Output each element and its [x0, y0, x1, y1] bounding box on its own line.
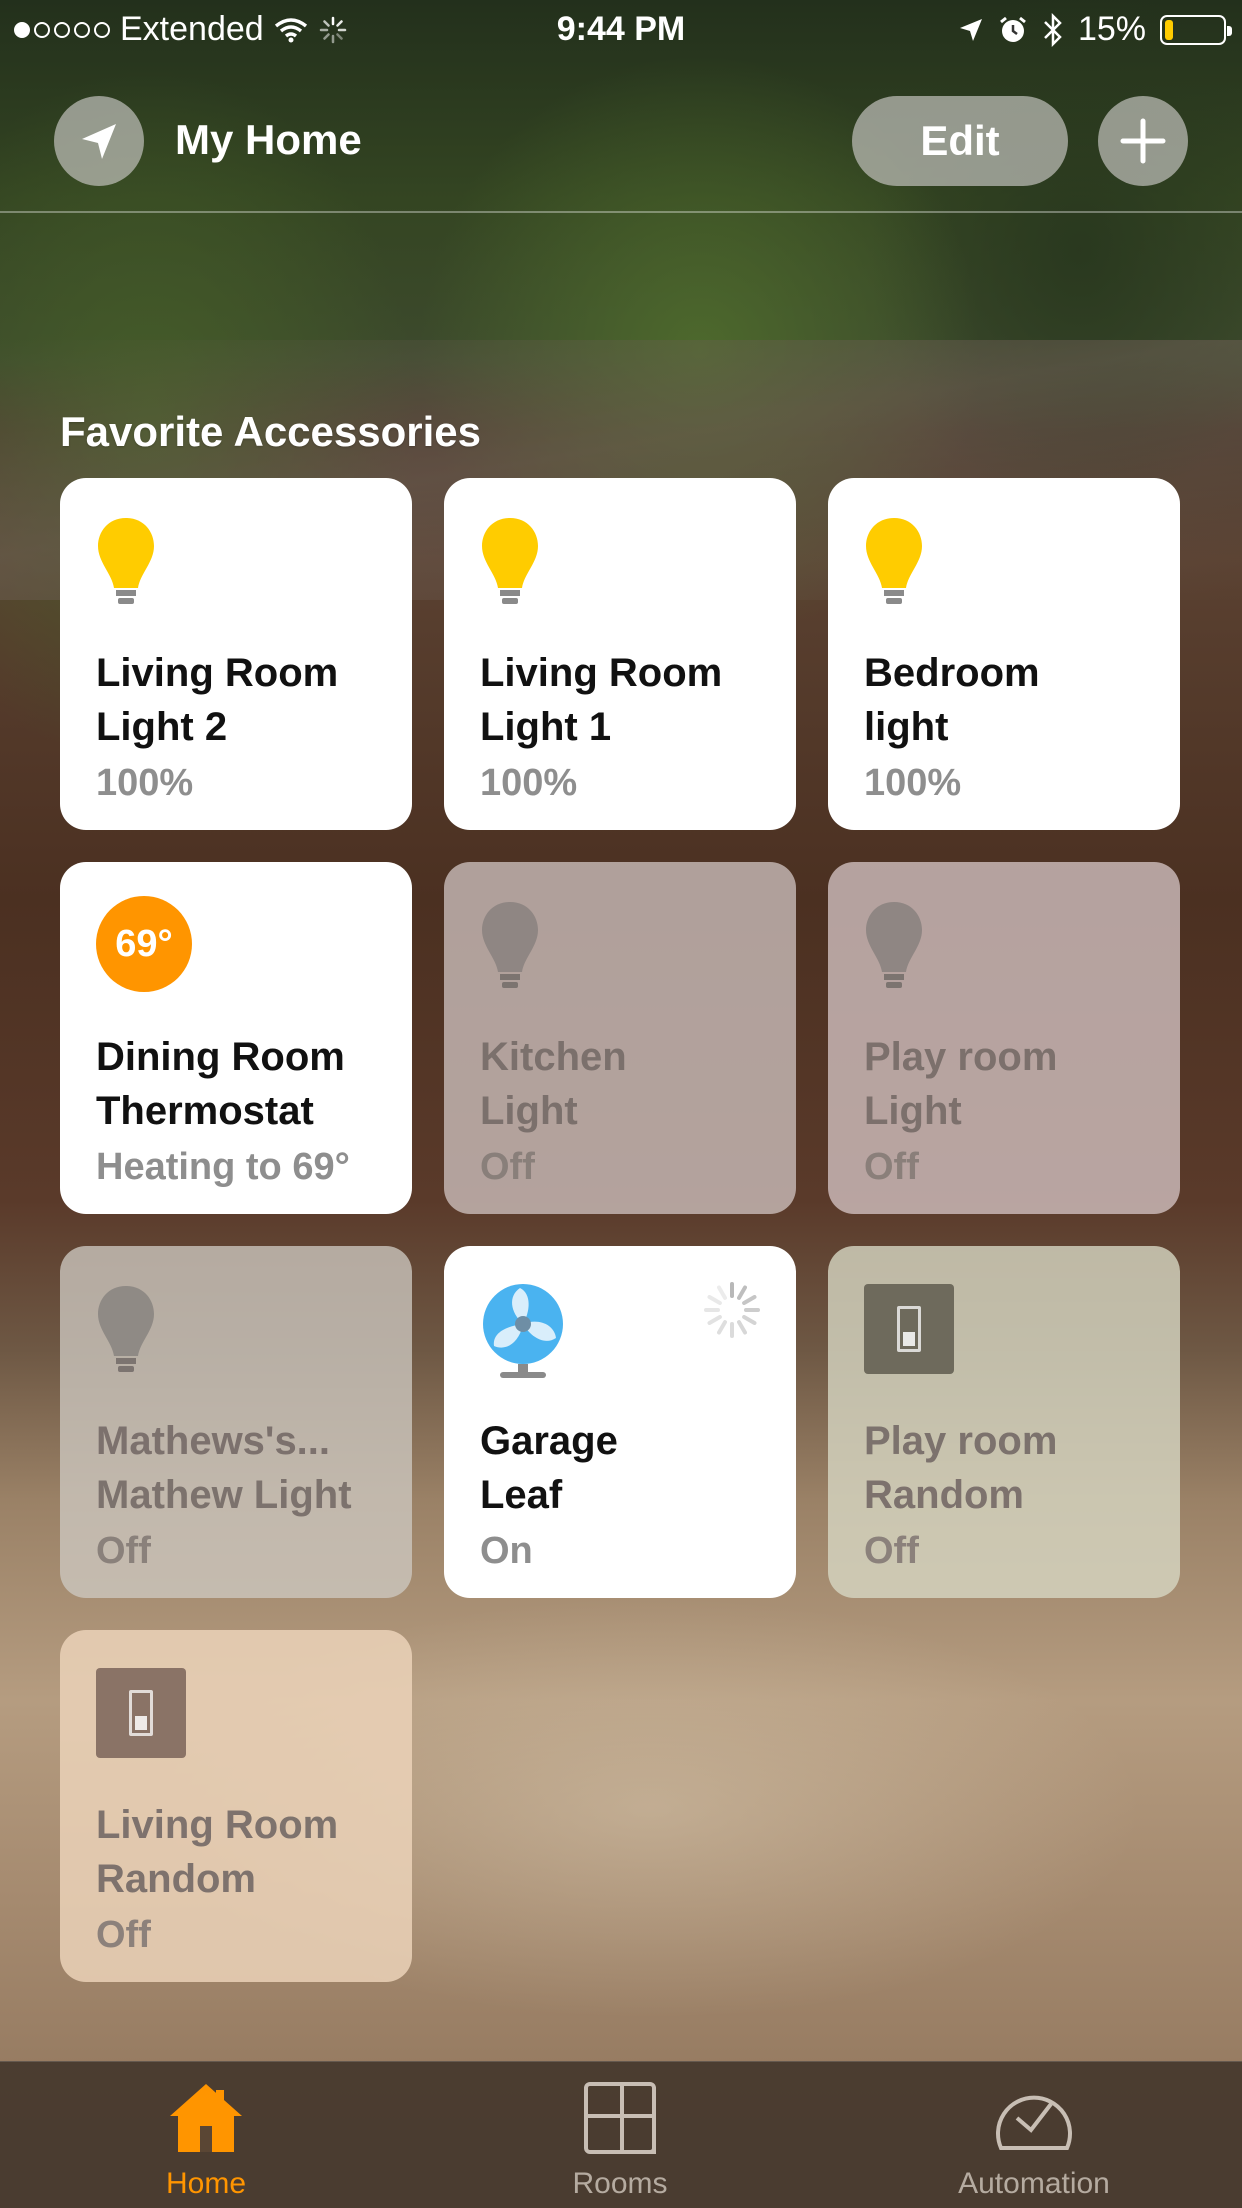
lightbulb-icon [864, 900, 924, 997]
tile-name: Kitchen Light [480, 1035, 627, 1133]
battery-level [1165, 19, 1174, 40]
bluetooth-icon [1044, 12, 1062, 47]
lightbulb-icon [480, 900, 540, 997]
edit-button[interactable]: Edit [852, 96, 1068, 186]
navigation-bar: My Home Edit [0, 96, 1242, 188]
tile-name: Living Room Light 2 [96, 651, 339, 749]
rooms-icon [584, 2082, 656, 2154]
battery-percent: 15% [1077, 10, 1146, 48]
tab-automation[interactable]: Automation [884, 2080, 1184, 2201]
accessory-tile-living-room-light-1[interactable]: Living Room Light 1 100% [444, 478, 796, 830]
lightbulb-icon [96, 1284, 156, 1381]
accessory-tile-mathew-light[interactable]: Mathews's... Mathew Light Off [60, 1246, 412, 1598]
tile-name: Garage Leaf [480, 1419, 618, 1517]
battery-icon [1160, 14, 1232, 45]
tile-state: 100% [480, 762, 578, 804]
tile-name: Play room Light [864, 1035, 1058, 1133]
loading-spinner-icon [702, 1280, 762, 1345]
tile-name: Play room Random [864, 1419, 1058, 1517]
nav-divider [0, 211, 1242, 213]
tile-state: Off [480, 1146, 535, 1188]
location-button[interactable] [54, 96, 144, 186]
lightbulb-icon [96, 516, 156, 613]
tab-home-label: Home [165, 2167, 247, 2200]
status-right: 15% [958, 10, 1232, 49]
tile-name: Dining Room Thermostat [96, 1035, 345, 1133]
location-arrow-icon [82, 124, 116, 159]
tab-home[interactable]: Home [56, 2080, 356, 2201]
accessory-tile-living-room-random[interactable]: Living Room Random Off [60, 1630, 412, 1982]
switch-icon [96, 1668, 186, 1758]
location-arrow-icon [959, 18, 982, 41]
tab-automation-label: Automation [958, 2167, 1110, 2200]
tile-name: Living Room Light 1 [480, 651, 723, 749]
lightbulb-icon [480, 516, 540, 613]
tile-state: 100% [864, 762, 962, 804]
lightbulb-icon [864, 516, 924, 613]
alarm-icon [1000, 16, 1026, 42]
tile-state: 100% [96, 762, 194, 804]
add-button[interactable] [1098, 96, 1188, 186]
tile-state: Off [96, 1914, 151, 1956]
accessory-tile-play-room-random[interactable]: Play room Random Off [828, 1246, 1180, 1598]
plus-icon [1120, 118, 1166, 164]
thermostat-icon: 69° [96, 896, 192, 992]
tile-state: Heating to 69° [96, 1146, 350, 1188]
accessory-tile-garage-leaf[interactable]: Garage Leaf On [444, 1246, 796, 1598]
tile-name: Living Room Random [96, 1803, 339, 1901]
tile-state: Off [96, 1530, 151, 1572]
tab-bar: Home Rooms Automation [0, 2061, 1242, 2208]
tile-name: Bedroom light [864, 651, 1040, 749]
home-title[interactable]: My Home [175, 116, 362, 164]
accessory-tile-dining-room-thermostat[interactable]: 69° Dining Room Thermostat Heating to 69° [60, 862, 412, 1214]
thermostat-badge: 69° [96, 896, 192, 992]
fan-icon [480, 1284, 566, 1385]
home-icon [170, 2084, 242, 2152]
accessory-tile-bedroom-light[interactable]: Bedroom light 100% [828, 478, 1180, 830]
accessory-tile-play-room-light[interactable]: Play room Light Off [828, 862, 1180, 1214]
automation-clock-icon [996, 2095, 1072, 2150]
status-bar: Extended 9:44 PM 15% [0, 0, 1242, 60]
tab-rooms[interactable]: Rooms [470, 2080, 770, 2201]
tile-name: Mathews's... Mathew Light [96, 1419, 352, 1517]
switch-icon [864, 1284, 954, 1374]
accessory-tile-kitchen-light[interactable]: Kitchen Light Off [444, 862, 796, 1214]
tile-state: On [480, 1530, 533, 1572]
tab-rooms-label: Rooms [572, 2167, 668, 2200]
accessory-tile-living-room-light-2[interactable]: Living Room Light 2 100% [60, 478, 412, 830]
tile-state: Off [864, 1530, 919, 1572]
tile-state: Off [864, 1146, 919, 1188]
section-title: Favorite Accessories [60, 408, 482, 455]
